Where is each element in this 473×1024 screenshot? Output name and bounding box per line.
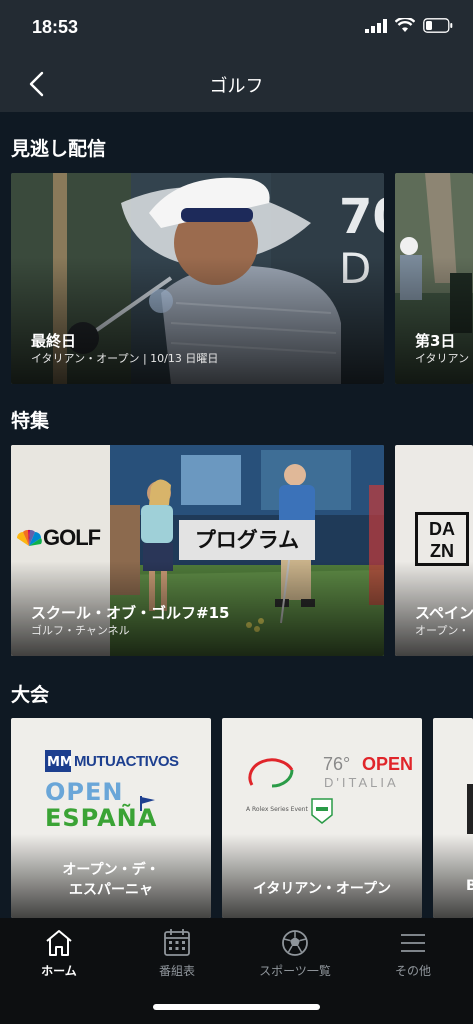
section-title-replay: 見逃し配信 [11,138,107,160]
tab-label: スポーツ一覧 [259,964,331,978]
partial-logo-text [467,784,473,834]
tab-home[interactable]: ホーム [0,928,118,979]
italia-text: D'ITALIA [324,775,399,790]
flag-icon [140,796,155,811]
card-title: イタリアン・オープン [252,881,392,897]
card-title: B [466,878,473,894]
card-title: 最終日 [31,332,77,350]
dazn-logo-top: DA [429,519,455,539]
rolex-series-badge-icon [311,798,333,824]
svg-text:MM: MM [47,755,71,770]
tab-label: 番組表 [158,964,195,978]
mutuactivos-logo: MM MUTUACTIVOS [45,750,179,772]
replay-card-final-day[interactable]: 70 D 最終日 イタリアン・オープン | 10/13 日曜日 [11,173,384,384]
nav-bar: ゴルフ [0,56,473,112]
rolex-series-text: A Rolex Series Event [246,806,308,813]
dazn-logo: DA ZN [415,512,469,566]
featured-card-spain[interactable]: DA ZN スペイン オープン・ [395,445,473,656]
card-title: スペイン [415,604,473,622]
calendar-icon [164,929,190,956]
replay-card-day3[interactable]: 第3日 イタリアン [395,173,473,384]
peacock-icon [17,529,42,546]
italia-ring-icon [248,758,294,788]
section-title-featured: 特集 [11,410,50,432]
card-title: スクール・オブ・ゴルフ#15 [31,604,230,622]
status-time: 18:53 [32,17,79,37]
mutuactivos-text: MUTUACTIVOS [74,752,179,770]
card-subtitle: イタリアン [415,352,470,365]
featured-card-school-of-golf[interactable]: GOLF プログラム スクール・オブ・ゴルフ#15 ゴルフ・チャンネル [11,445,384,656]
card-subtitle: ゴルフ・チャンネル [31,624,130,637]
golf-logo-text: GOLF [43,525,101,550]
card-subtitle: オープン・ [415,624,470,637]
section-title-tournaments: 大会 [11,684,50,706]
mm-icon: MM [45,750,71,772]
battery-icon [423,18,453,33]
open-text: OPEN [362,754,414,774]
tournament-card-open-italia[interactable]: 76° OPEN D'ITALIA A Rolex Series Event イ… [222,718,422,918]
page-title: ゴルフ [209,76,264,97]
tournament-card-partial[interactable]: B [433,718,473,918]
open-text: OPEN [45,778,124,806]
tournament-card-open-espana[interactable]: MM MUTUACTIVOS OPEN ESPAÑA オープン・デ・ エスパーニ… [11,718,211,918]
dazn-logo-bottom: ZN [430,541,454,561]
tab-sports-list[interactable]: スポーツ一覧 [236,928,354,979]
card-shade [433,834,473,918]
tab-label: ホーム [41,964,77,978]
tab-label: その他 [394,964,431,978]
home-icon [46,930,72,956]
menu-icon [401,934,425,952]
golf-channel-logo: GOLF [15,525,101,551]
card-title-line1: オープン・デ・ [62,862,160,878]
wifi-icon [395,18,415,32]
tab-schedule[interactable]: 番組表 [118,928,236,979]
home-indicator [153,1004,320,1010]
program-badge: プログラム [179,520,315,560]
card-shade [222,834,422,918]
tab-more[interactable]: その他 [354,928,472,979]
status-bar: 18:53 [0,0,473,56]
card-title: 第3日 [415,332,456,350]
signal-icon [365,18,387,33]
status-icons [365,18,453,33]
svg-text:70: 70 [339,189,384,245]
ball-icon [282,930,308,956]
card-title: オープン・デ・ エスパーニャ [11,860,211,900]
card-title-line2: エスパーニャ [69,882,153,898]
edition-text: 76° [323,754,351,774]
card-subtitle: イタリアン・オープン | 10/13 日曜日 [31,352,219,365]
